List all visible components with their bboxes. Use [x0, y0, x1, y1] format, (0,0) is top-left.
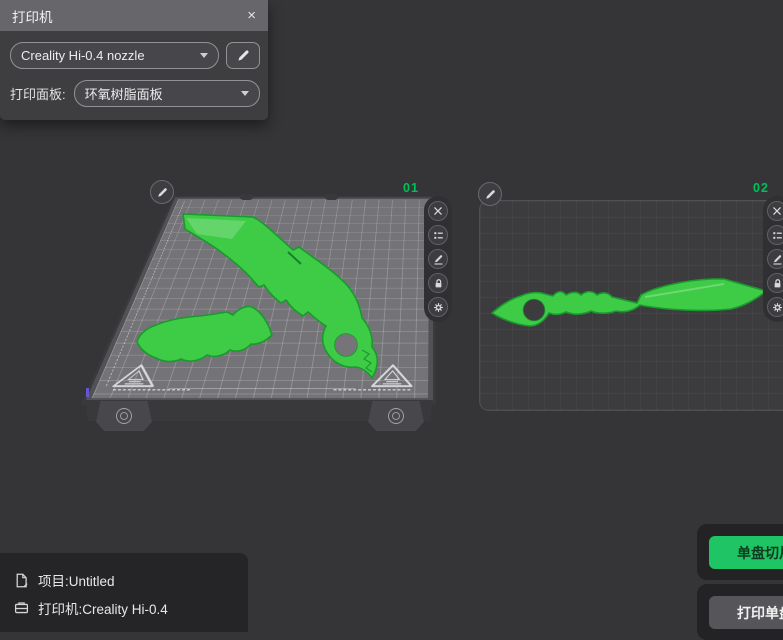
printer-panel-body: Creality Hi-0.4 nozzle 打印面板: 环氧树脂面板	[0, 31, 268, 120]
plate-type-label: 打印面板:	[10, 87, 66, 102]
plate-type-select[interactable]: 环氧树脂面板	[73, 80, 260, 107]
plate1-rename-button[interactable]	[150, 180, 174, 204]
project-name-text: 项目:Untitled	[38, 574, 115, 589]
slice-card: 单盘切片	[697, 524, 783, 580]
lock-plate-icon	[774, 278, 780, 287]
printer-row: 打印机:Creality Hi-0.4	[14, 594, 248, 622]
rename-plate-button[interactable]	[428, 249, 448, 269]
rename-plate-icon	[773, 254, 781, 265]
close-icon[interactable]: ×	[247, 8, 256, 23]
plate1-badge: 01	[403, 181, 419, 195]
printer-panel: 打印机 × Creality Hi-0.4 nozzle 打印面板: 环氧树脂面…	[0, 0, 268, 120]
project-file-icon	[16, 573, 28, 587]
project-row: 项目:Untitled	[14, 566, 248, 594]
edit-printer-button[interactable]	[226, 42, 260, 69]
print-plate-button[interactable]: 打印单盘	[709, 596, 783, 629]
pencil-icon	[157, 187, 167, 197]
plate-settings-button[interactable]	[428, 297, 448, 317]
delete-plate-button[interactable]	[428, 201, 448, 221]
lock-plate-icon	[435, 278, 441, 287]
printer-panel-header: 打印机 ×	[0, 0, 268, 31]
printer-select-value: Creality Hi-0.4 nozzle	[21, 48, 145, 63]
delete-plate-icon	[773, 207, 781, 215]
object-list-icon	[433, 231, 443, 239]
printer-panel-title: 打印机	[12, 9, 53, 25]
printer-icon	[14, 601, 29, 613]
slicer-app: { "printer_panel": { "title": "打印机", "cl…	[0, 0, 783, 640]
plate1-toolbar	[424, 196, 452, 322]
object-list-button[interactable]	[767, 225, 783, 245]
plate-type-value: 环氧树脂面板	[84, 87, 163, 102]
model-karambit-flat[interactable]	[491, 278, 767, 327]
object-list-icon	[772, 231, 782, 239]
plate-settings-icon	[433, 302, 443, 312]
plate2-badge: 02	[753, 181, 769, 195]
lock-plate-button[interactable]	[428, 273, 448, 293]
plate-settings-button[interactable]	[767, 297, 783, 317]
printer-select[interactable]: Creality Hi-0.4 nozzle	[10, 42, 219, 69]
rename-plate-button[interactable]	[767, 249, 783, 269]
model-handle-scale[interactable]	[136, 305, 273, 363]
plate2-toolbar	[763, 196, 783, 322]
slice-plate-button[interactable]: 单盘切片	[709, 536, 783, 569]
pencil-icon	[485, 189, 495, 199]
plate-settings-icon	[772, 302, 782, 312]
delete-plate-icon	[434, 207, 442, 215]
delete-plate-button[interactable]	[767, 201, 783, 221]
plate2-rename-button[interactable]	[478, 182, 502, 206]
object-list-button[interactable]	[428, 225, 448, 245]
rename-plate-icon	[434, 254, 442, 265]
printer-name-text: 打印机:Creality Hi-0.4	[38, 602, 168, 617]
chevron-down-icon	[200, 53, 208, 58]
project-info-panel: 项目:Untitled 打印机:Creality Hi-0.4	[0, 553, 248, 632]
lock-plate-button[interactable]	[767, 273, 783, 293]
chevron-down-icon	[241, 91, 249, 96]
pencil-icon	[237, 50, 249, 61]
